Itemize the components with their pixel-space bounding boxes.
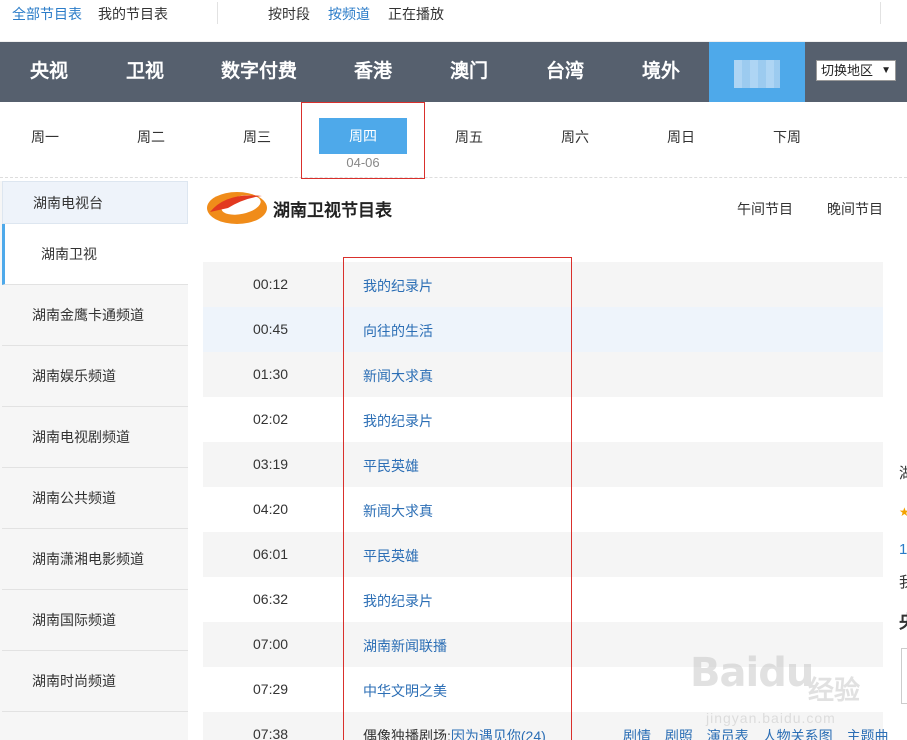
dropdown-arrow-icon: ▼ bbox=[881, 65, 891, 76]
my-guide-link[interactable]: 我的节目表 bbox=[98, 4, 168, 24]
sidebar-item-international[interactable]: 湖南国际频道 bbox=[2, 590, 188, 651]
sidebar-item-fashion[interactable]: 湖南时尚频道 bbox=[2, 651, 188, 712]
right-panel-fragment: 我 bbox=[899, 574, 907, 591]
day-sat[interactable]: 周六 bbox=[545, 127, 605, 147]
switch-region-select[interactable]: 切换地区 ▼ bbox=[816, 60, 896, 81]
program-time: 07:29 bbox=[253, 681, 289, 697]
sidebar-item-xiaoxiang-movie[interactable]: 湖南潇湘电影频道 bbox=[2, 529, 188, 590]
region-macau[interactable]: 澳门 bbox=[436, 42, 502, 102]
right-panel-box bbox=[901, 648, 907, 704]
blurred-region-label bbox=[734, 60, 780, 88]
region-hongkong[interactable]: 香港 bbox=[340, 42, 406, 102]
region-satellite[interactable]: 卫视 bbox=[112, 42, 178, 102]
region-nav: 央视 卫视 数字付费 香港 澳门 台湾 境外 切换地区 ▼ bbox=[0, 42, 907, 102]
channel-title: 湖南卫视节目表 bbox=[273, 201, 392, 220]
program-time: 06:32 bbox=[253, 591, 289, 607]
program-time: 00:45 bbox=[253, 321, 289, 337]
day-tue[interactable]: 周二 bbox=[121, 127, 181, 147]
day-wed[interactable]: 周三 bbox=[227, 127, 287, 147]
region-cctv[interactable]: 央视 bbox=[16, 42, 82, 102]
channel-sidebar: 湖南电视台 湖南卫视 湖南金鹰卡通频道 湖南娱乐频道 湖南电视剧频道 湖南公共频… bbox=[0, 181, 188, 740]
now-playing-link[interactable]: 正在播放 bbox=[388, 4, 444, 24]
weekday-bar: 周一 周二 周三 周四 04-06 周五 周六 周日 下周 bbox=[0, 102, 907, 178]
theme-song-link[interactable]: 主题曲 bbox=[847, 728, 889, 740]
program-time: 07:38 bbox=[253, 726, 289, 740]
day-next-week[interactable]: 下周 bbox=[757, 127, 817, 147]
sidebar-item-golden-eagle[interactable]: 湖南金鹰卡通频道 bbox=[2, 285, 188, 346]
region-overseas[interactable]: 境外 bbox=[628, 42, 694, 102]
program-time: 06:01 bbox=[253, 546, 289, 562]
sidebar-group-hunan-tv[interactable]: 湖南电视台 bbox=[2, 181, 188, 224]
program-time: 07:00 bbox=[253, 636, 289, 652]
program-time: 03:19 bbox=[253, 456, 289, 472]
noon-programs-link[interactable]: 午间节目 bbox=[737, 199, 793, 219]
day-mon[interactable]: 周一 bbox=[15, 127, 75, 147]
top-link-bar: 全部节目表 我的节目表 按时段 按频道 正在播放 bbox=[0, 0, 907, 42]
plot-link[interactable]: 剧情 bbox=[623, 728, 651, 740]
program-highlight-box bbox=[343, 257, 572, 740]
divider bbox=[217, 2, 218, 24]
cast-link[interactable]: 演员表 bbox=[707, 728, 749, 740]
all-guide-link[interactable]: 全部节目表 bbox=[12, 4, 82, 24]
day-highlight-box bbox=[301, 102, 425, 179]
sidebar-item-public[interactable]: 湖南公共频道 bbox=[2, 468, 188, 529]
star-icon: ★ bbox=[899, 505, 907, 519]
sidebar-item-hunan-satellite[interactable]: 湖南卫视 bbox=[2, 224, 188, 285]
region-taiwan[interactable]: 台湾 bbox=[532, 42, 598, 102]
right-panel-fragment: 湖 bbox=[899, 465, 907, 482]
day-sun[interactable]: 周日 bbox=[651, 127, 711, 147]
stills-link[interactable]: 剧照 bbox=[665, 728, 693, 740]
character-map-link[interactable]: 人物关系图 bbox=[763, 728, 833, 740]
right-panel-fragment: 1 bbox=[899, 541, 907, 558]
sidebar-item-entertainment[interactable]: 湖南娱乐频道 bbox=[2, 346, 188, 407]
program-time: 01:30 bbox=[253, 366, 289, 382]
evening-programs-link[interactable]: 晚间节目 bbox=[827, 199, 883, 219]
program-links: 剧情 剧照 演员表 人物关系图 主题曲 bbox=[623, 726, 899, 740]
switch-region-label: 切换地区 bbox=[821, 63, 874, 78]
program-time: 02:02 bbox=[253, 411, 289, 427]
region-digital-pay[interactable]: 数字付费 bbox=[214, 42, 304, 102]
hunan-tv-logo-icon bbox=[207, 192, 267, 224]
right-panel-fragment: 央 bbox=[899, 608, 907, 634]
by-time-link[interactable]: 按时段 bbox=[268, 4, 310, 24]
program-time: 04:20 bbox=[253, 501, 289, 517]
by-channel-link[interactable]: 按频道 bbox=[328, 4, 370, 24]
day-fri[interactable]: 周五 bbox=[439, 127, 499, 147]
program-time: 00:12 bbox=[253, 276, 289, 292]
sidebar-item-tv-drama[interactable]: 湖南电视剧频道 bbox=[2, 407, 188, 468]
divider bbox=[880, 2, 881, 24]
